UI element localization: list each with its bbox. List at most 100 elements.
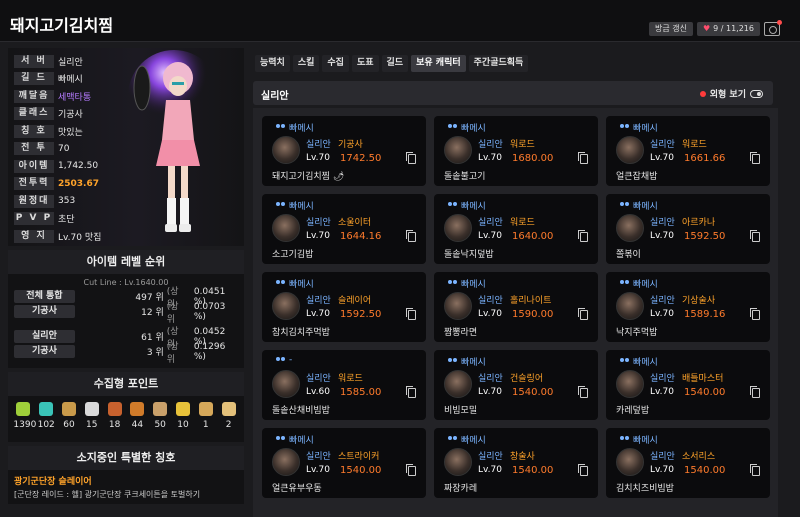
ranking-title: 아이템 레벨 순위 [8, 250, 244, 274]
character-item-level: 1589.16 [684, 309, 726, 320]
tab-item[interactable]: 도표 [351, 55, 379, 72]
character-item-level: 1585.00 [340, 387, 382, 398]
tab-item[interactable]: 수집 [322, 55, 349, 72]
character-card[interactable]: 빠메시 실리안 워로드 Lv.70 1680.00 돌솥불고기 [434, 116, 598, 186]
special-titles: 소지중인 특별한 칭호 광기군단장 슬레이어 [군단장 레이드 : 헬] 광기군… [8, 446, 244, 504]
character-name: 짬뽕라면 [444, 328, 478, 338]
character-guild: 빠메시 [448, 199, 486, 212]
character-card[interactable]: 빠메시 실리안 배틀마스터 Lv.70 1540.00 카레덮밥 [606, 350, 770, 420]
character-server: 실리안 [650, 374, 675, 384]
like-button[interactable]: ♥ 9 / 11,216 [696, 22, 760, 36]
character-item-level: 1680.00 [512, 153, 554, 164]
tab-item[interactable]: 스킬 [292, 55, 320, 72]
copy-icon[interactable] [578, 152, 588, 164]
toggle-icon[interactable] [750, 89, 763, 98]
copy-icon[interactable] [750, 230, 760, 242]
collection-value: 1 [202, 420, 209, 430]
character-card[interactable]: 빠메시 실리안 슬레이어 Lv.70 1592.50 참치김치주먹밥 [262, 272, 426, 342]
character-class: 건슬링어 [510, 374, 544, 384]
character-level: Lv.70 [478, 309, 502, 319]
character-class: 기공사 [338, 140, 363, 150]
character-level: Lv.70 [478, 231, 502, 241]
copy-icon[interactable] [406, 152, 416, 164]
character-card[interactable]: 빠메시 실리안 기상술사 Lv.70 1589.16 낙지주먹밥 [606, 272, 770, 342]
copy-icon[interactable] [406, 464, 416, 476]
camera-icon[interactable] [764, 20, 782, 36]
collection-item[interactable]: 60 [59, 402, 79, 430]
character-server: 실리안 [478, 452, 503, 462]
refresh-button[interactable]: 방금 갱신 [648, 22, 693, 36]
profile-label: 아이템 [14, 159, 54, 173]
character-class: 워로드 [510, 140, 535, 150]
collection-item[interactable]: 1390 [13, 402, 36, 430]
character-card[interactable]: 빠메시 실리안 워로드 Lv.70 1640.00 돌솥낙지덮밥 [434, 194, 598, 264]
collection-item[interactable]: 102 [36, 402, 56, 430]
character-card[interactable]: 빠메시 실리안 소울이터 Lv.70 1644.16 소고기김밥 [262, 194, 426, 264]
character-name: 돌솥산채비빔밥 [272, 406, 330, 416]
character-card[interactable]: - 실리안 워로드 Lv.60 1585.00 돌솥산채비빔밥 [262, 350, 426, 420]
collection-item[interactable]: 1 [196, 402, 216, 430]
character-card[interactable]: 빠메시 실리안 건슬링어 Lv.70 1540.00 비빔모밀 [434, 350, 598, 420]
character-level: Lv.70 [650, 153, 674, 163]
character-level: Lv.70 [650, 465, 674, 475]
collection-item[interactable]: 18 [105, 402, 125, 430]
character-card[interactable]: 빠메시 실리안 소서리스 Lv.70 1540.00 김치치즈비빔밥 [606, 428, 770, 498]
look-toggle[interactable]: 외형 보기 [699, 87, 763, 100]
profile-value: 2503.67 [58, 178, 99, 189]
guild-icon [620, 280, 630, 287]
copy-icon[interactable] [578, 386, 588, 398]
tab-item[interactable]: 길드 [381, 55, 409, 72]
character-name: 김치치즈비빔밥 [616, 484, 674, 494]
character-item-level: 1644.16 [340, 231, 382, 242]
guild-icon [448, 358, 458, 365]
copy-icon[interactable] [406, 308, 416, 320]
tab-item[interactable]: 보유 캐릭터 [411, 55, 466, 72]
character-item-level: 1592.50 [340, 309, 382, 320]
character-item-level: 1540.00 [684, 465, 726, 476]
tab-bar: 능력치 스킬 수집 도표 길드 보유 캐릭터 주간골드획득 [255, 55, 529, 72]
copy-icon[interactable] [578, 464, 588, 476]
collection-value: 15 [86, 420, 98, 430]
ranking-tag: 실리안 [14, 330, 75, 343]
profile-row: 원정대 353 [14, 194, 75, 208]
character-server: 실리안 [306, 296, 331, 306]
character-class: 배틀마스터 [682, 374, 724, 384]
guild-name: 빠메시 [289, 202, 314, 212]
character-avatar [616, 370, 644, 398]
character-server: 실리안 [478, 140, 503, 150]
profile-row: P V P 초단 [14, 212, 75, 226]
guild-name: 빠메시 [289, 436, 314, 446]
copy-icon[interactable] [750, 152, 760, 164]
tab-item[interactable]: 주간골드획득 [468, 55, 529, 72]
character-card[interactable]: 빠메시 실리안 워로드 Lv.70 1661.66 얼큰잡채밥 [606, 116, 770, 186]
character-guild: 빠메시 [620, 121, 658, 134]
guild-name: 빠메시 [461, 202, 486, 212]
character-name: 짜장카레 [444, 484, 478, 494]
character-card[interactable]: 빠메시 실리안 기공사 Lv.70 1742.50 돼지고기김치찜 🌶 [262, 116, 426, 186]
guild-name: 빠메시 [633, 358, 658, 368]
collection-item[interactable]: 15 [82, 402, 102, 430]
character-avatar [444, 136, 472, 164]
copy-icon[interactable] [750, 308, 760, 320]
copy-icon[interactable] [578, 308, 588, 320]
collection-value: 50 [154, 420, 166, 430]
profile-label: 원정대 [14, 194, 54, 208]
copy-icon[interactable] [750, 386, 760, 398]
guild-name: 빠메시 [461, 358, 486, 368]
collection-item[interactable]: 50 [150, 402, 170, 430]
copy-icon[interactable] [750, 464, 760, 476]
character-card[interactable]: 빠메시 실리안 스트라이커 Lv.70 1540.00 얼큰유부우동 [262, 428, 426, 498]
collection-item[interactable]: 10 [173, 402, 193, 430]
collection-item[interactable]: 44 [127, 402, 147, 430]
copy-icon[interactable] [578, 230, 588, 242]
copy-icon[interactable] [406, 386, 416, 398]
tab-item[interactable]: 능력치 [255, 55, 290, 72]
character-card[interactable]: 빠메시 실리안 아르카나 Lv.70 1592.50 쫄볶이 [606, 194, 770, 264]
collection-item[interactable]: 2 [219, 402, 239, 430]
ranking-position: 3 위 [146, 348, 164, 358]
character-card[interactable]: 빠메시 실리안 창술사 Lv.70 1540.00 짜장카레 [434, 428, 598, 498]
copy-icon[interactable] [406, 230, 416, 242]
character-card[interactable]: 빠메시 실리안 홀리나이트 Lv.70 1590.00 짬뽕라면 [434, 272, 598, 342]
guild-name: 빠메시 [633, 124, 658, 134]
character-server: 실리안 [478, 296, 503, 306]
